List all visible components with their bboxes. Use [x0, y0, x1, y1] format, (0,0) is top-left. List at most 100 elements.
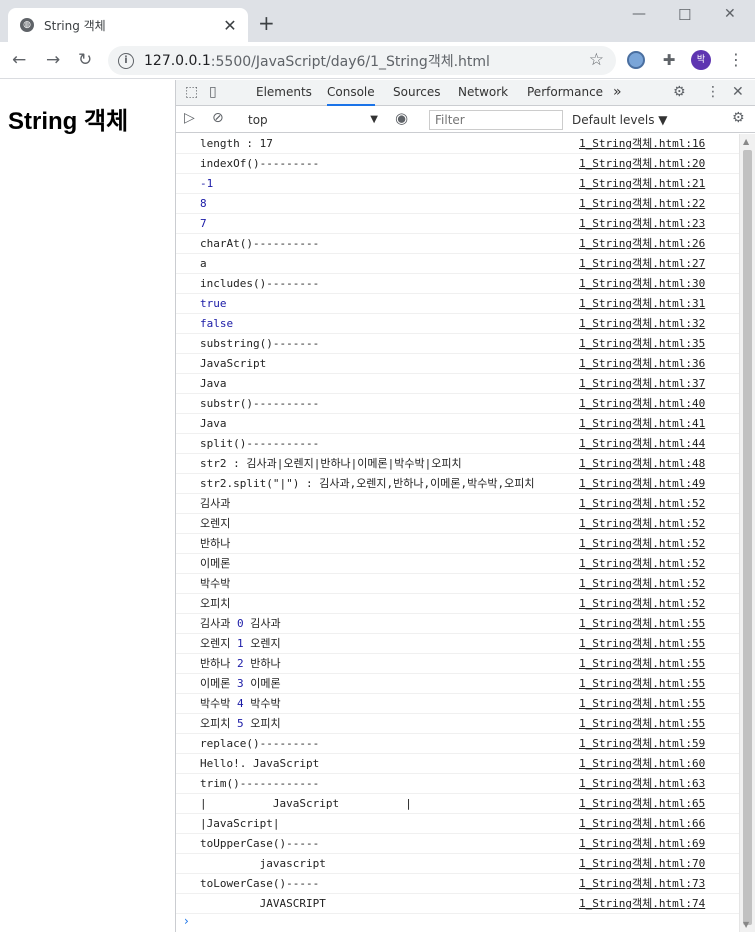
source-link[interactable]: 1_String객체.html:40 [579, 394, 705, 413]
source-link[interactable]: 1_String객체.html:36 [579, 354, 705, 373]
source-link[interactable]: 1_String객체.html:35 [579, 334, 705, 353]
context-value: top [248, 113, 268, 127]
source-link[interactable]: 1_String객체.html:31 [579, 294, 705, 313]
console-message: substr()---------- [200, 397, 320, 410]
source-link[interactable]: 1_String객체.html:65 [579, 794, 705, 813]
more-tabs-button[interactable]: » [613, 80, 622, 106]
close-tab-icon[interactable]: ✕ [220, 16, 240, 35]
puzzle-icon[interactable]: ✚ [660, 51, 678, 69]
log-levels-dropdown[interactable]: Default levels ▼ [572, 110, 668, 130]
source-link[interactable]: 1_String객체.html:21 [579, 174, 705, 193]
menu-icon[interactable]: ⋮ [728, 50, 744, 70]
console-message: length : 17 [200, 137, 273, 150]
context-selector[interactable]: top ▼ [246, 110, 380, 130]
source-link[interactable]: 1_String객체.html:37 [579, 374, 705, 393]
eye-icon[interactable]: ◉ [395, 110, 408, 126]
window-close-icon[interactable]: ✕ [724, 6, 736, 22]
tab-elements[interactable]: Elements [256, 80, 312, 106]
filter-input[interactable]: Filter [429, 110, 563, 130]
source-link[interactable]: 1_String객체.html:27 [579, 254, 705, 273]
info-icon[interactable]: i [118, 52, 134, 69]
tab-performance[interactable]: Performance [527, 80, 603, 106]
console-prompt[interactable]: › [184, 914, 189, 928]
tab-sources[interactable]: Sources [393, 80, 440, 106]
source-link[interactable]: 1_String객체.html:41 [579, 414, 705, 433]
source-link[interactable]: 1_String객체.html:55 [579, 634, 705, 653]
source-link[interactable]: 1_String객체.html:69 [579, 834, 705, 853]
source-link[interactable]: 1_String객체.html:52 [579, 534, 705, 553]
source-link[interactable]: 1_String객체.html:44 [579, 434, 705, 453]
source-link[interactable]: 1_String객체.html:55 [579, 714, 705, 733]
device-toggle-icon[interactable]: ▯ [209, 84, 217, 100]
console-row: | JavaScript | 1_String객체.html:65 [176, 794, 739, 814]
source-link[interactable]: 1_String객체.html:63 [579, 774, 705, 793]
maximize-icon[interactable]: ☐ [678, 6, 691, 24]
inspect-icon[interactable]: ⬚ [185, 84, 198, 100]
source-link[interactable]: 1_String객체.html:48 [579, 454, 705, 473]
console-text: 오피치 [243, 717, 281, 730]
forward-icon[interactable]: → [46, 50, 60, 70]
globe-icon: ◍ [20, 18, 34, 32]
source-link[interactable]: 1_String객체.html:55 [579, 674, 705, 693]
devtools-panel: ⬚ ▯ Elements Console Sources Network Per… [175, 80, 755, 932]
console-message: Java [200, 377, 227, 390]
extension-icon[interactable] [627, 51, 645, 69]
console-message: 오피치 [200, 597, 231, 610]
source-link[interactable]: 1_String객체.html:55 [579, 654, 705, 673]
source-link[interactable]: 1_String객체.html:59 [579, 734, 705, 753]
scrollbar[interactable]: ▲ ▼ [739, 134, 755, 932]
close-devtools-icon[interactable]: ✕ [732, 84, 744, 100]
kebab-menu-icon[interactable]: ⋮ [706, 84, 720, 100]
console-message: split()----------- [200, 437, 320, 450]
console-settings-icon[interactable]: ⚙ [732, 110, 745, 126]
sidebar-toggle-icon[interactable]: ▷ [184, 110, 195, 126]
source-link[interactable]: 1_String객체.html:73 [579, 874, 705, 893]
source-link[interactable]: 1_String객체.html:70 [579, 854, 705, 873]
tab-network[interactable]: Network [458, 80, 508, 106]
source-link[interactable]: 1_String객체.html:26 [579, 234, 705, 253]
source-link[interactable]: 1_String객체.html:60 [579, 754, 705, 773]
source-link[interactable]: 1_String객체.html:30 [579, 274, 705, 293]
console-message: -1 [200, 177, 214, 190]
source-link[interactable]: 1_String객체.html:52 [579, 554, 705, 573]
source-link[interactable]: 1_String객체.html:55 [579, 614, 705, 633]
source-link[interactable]: 1_String객체.html:52 [579, 514, 705, 533]
console-message: |JavaScript| [200, 817, 280, 830]
console-message: charAt()---------- [200, 237, 320, 250]
star-icon[interactable]: ☆ [589, 50, 604, 70]
source-link[interactable]: 1_String객체.html:74 [579, 894, 705, 913]
console-row: toUpperCase()----- 1_String객체.html:69 [176, 834, 739, 854]
console-row: |JavaScript| 1_String객체.html:66 [176, 814, 739, 834]
reload-icon[interactable]: ↻ [78, 50, 92, 70]
source-link[interactable]: 1_String객체.html:22 [579, 194, 705, 213]
new-tab-icon[interactable]: + [258, 12, 275, 34]
profile-avatar[interactable]: 박 [691, 50, 711, 70]
source-link[interactable]: 1_String객체.html:52 [579, 594, 705, 613]
clear-console-icon[interactable]: ⊘ [212, 110, 224, 126]
source-link[interactable]: 1_String객체.html:20 [579, 154, 705, 173]
browser-tab[interactable]: ◍ String 객체 ✕ [8, 8, 248, 42]
settings-icon[interactable]: ⚙ [673, 84, 686, 100]
console-message: 8 [200, 197, 207, 210]
console-row: Java 1_String객체.html:41 [176, 414, 739, 434]
source-link[interactable]: 1_String객체.html:52 [579, 494, 705, 513]
back-icon[interactable]: ← [12, 50, 26, 70]
source-link[interactable]: 1_String객체.html:55 [579, 694, 705, 713]
devtools-tabbar: ⬚ ▯ Elements Console Sources Network Per… [176, 80, 755, 106]
source-link[interactable]: 1_String객체.html:49 [579, 474, 705, 493]
scroll-up-icon[interactable]: ▲ [743, 137, 749, 146]
source-link[interactable]: 1_String객체.html:66 [579, 814, 705, 833]
minimize-icon[interactable]: — [632, 6, 646, 22]
console-text: 박수박 [200, 697, 237, 710]
console-message: | JavaScript | [200, 797, 412, 810]
address-bar[interactable]: i 127.0.0.1:5500/JavaScript/day6/1_Strin… [108, 46, 616, 75]
console-toolbar: ▷ ⊘ top ▼ ◉ Filter Default levels ▼ ⚙ [176, 107, 755, 133]
tab-console[interactable]: Console [327, 80, 375, 106]
source-link[interactable]: 1_String객체.html:16 [579, 134, 705, 153]
scrollbar-thumb[interactable] [743, 150, 752, 925]
source-link[interactable]: 1_String객체.html:23 [579, 214, 705, 233]
source-link[interactable]: 1_String객체.html:52 [579, 574, 705, 593]
tab-title: String 객체 [44, 18, 106, 33]
source-link[interactable]: 1_String객체.html:32 [579, 314, 705, 333]
scroll-down-icon[interactable]: ▼ [743, 920, 749, 929]
